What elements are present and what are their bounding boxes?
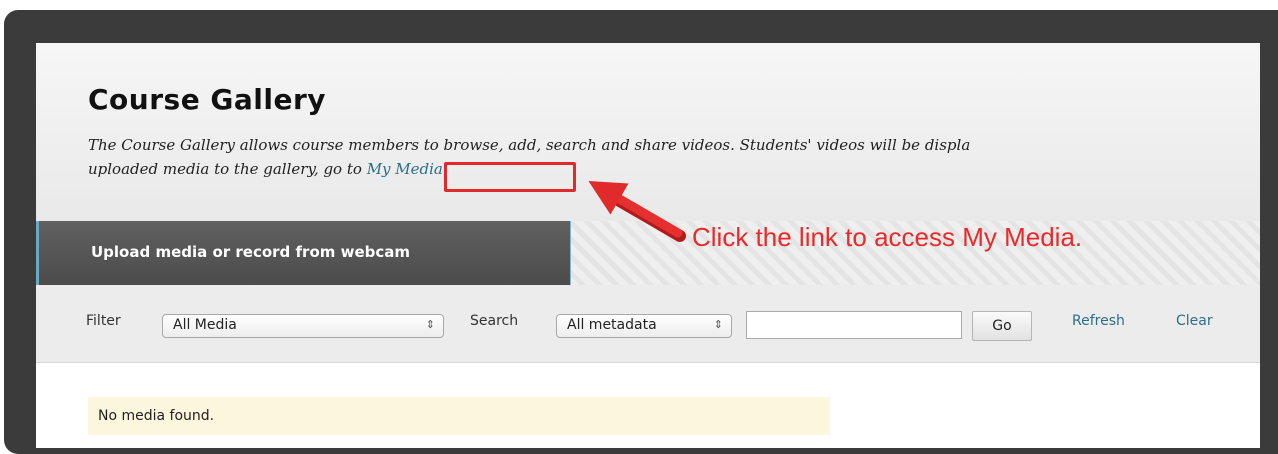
annotation-arrow-icon xyxy=(588,180,686,242)
screenshot-frame: Course Gallery The Course Gallery allows… xyxy=(4,10,1278,454)
